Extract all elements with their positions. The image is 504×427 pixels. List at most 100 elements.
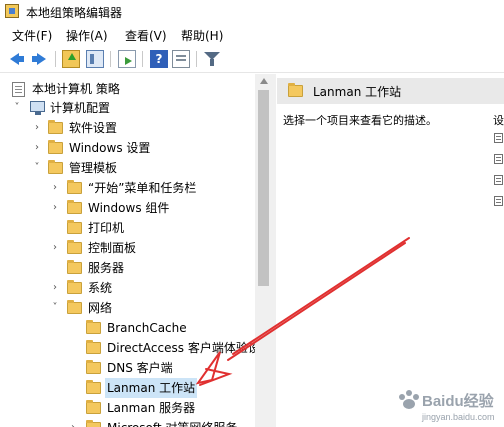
tree-item-windows-components[interactable]: › Windows 组件	[0, 198, 255, 218]
tree-item-local-policy[interactable]: 本地计算机 策略	[0, 79, 255, 99]
show-tree-icon[interactable]	[86, 50, 104, 68]
menu-view[interactable]: 查看(V)	[125, 27, 167, 44]
tree-item-label: 网络	[88, 301, 113, 315]
filter-icon[interactable]	[203, 50, 221, 68]
tree-item-label: 打印机	[88, 221, 125, 235]
tree-item-label: 软件设置	[69, 121, 118, 135]
folder-icon	[67, 240, 82, 254]
tree-item-system[interactable]: › 系统	[0, 278, 255, 298]
chevron-right-icon[interactable]: ›	[32, 138, 42, 158]
folder-icon	[86, 360, 101, 374]
tree-item-server[interactable]: 服务器	[0, 258, 255, 278]
scrollbar-thumb[interactable]	[258, 90, 269, 286]
computer-icon	[30, 101, 45, 115]
setting-item-icon[interactable]	[494, 133, 503, 143]
folder-icon	[67, 300, 82, 314]
title-bar: 本地组策略编辑器	[0, 0, 504, 22]
folder-up-icon[interactable]	[62, 50, 80, 68]
tree-item-label: “开始”菜单和任务栏	[88, 181, 197, 195]
toolbar-separator	[110, 51, 111, 67]
tree-item-label: Lanman 工作站	[105, 378, 198, 398]
tree-item-label: DNS 客户端	[107, 361, 173, 375]
tree-item-printers[interactable]: 打印机	[0, 218, 255, 238]
tree-item-label: 系统	[88, 281, 113, 295]
tree-item-directaccess[interactable]: DirectAccess 客户端体验设	[0, 338, 260, 358]
chevron-down-icon[interactable]: ˅	[32, 158, 42, 178]
tree-item-admin-templates[interactable]: ˅ 管理模板	[0, 158, 255, 178]
tree-item-dns-client[interactable]: DNS 客户端	[0, 358, 255, 378]
chevron-right-icon[interactable]: ›	[50, 278, 60, 298]
details-header: Lanman 工作站	[277, 78, 504, 104]
tree-item-software-settings[interactable]: › 软件设置	[0, 118, 255, 138]
tree-item-label: 控制面板	[88, 241, 137, 255]
baidu-jingyan-watermark: Baidu经验 jingyan.baidu.com	[399, 390, 495, 422]
chevron-right-icon[interactable]: ›	[50, 238, 60, 258]
tree-item-label: 本地计算机 策略	[32, 82, 120, 96]
tree-item-branchcache[interactable]: BranchCache	[0, 318, 255, 338]
tree-scrollbar[interactable]	[255, 74, 272, 427]
pane-splitter[interactable]	[272, 74, 276, 427]
tree-item-label: 服务器	[88, 261, 125, 275]
toolbar: ?	[0, 46, 504, 73]
tree-item-label: DirectAccess 客户端体验设	[107, 341, 260, 355]
menu-action[interactable]: 操作(A)	[66, 27, 108, 44]
menu-file[interactable]: 文件(F)	[12, 27, 52, 44]
chevron-right-icon[interactable]: ›	[50, 178, 60, 198]
folder-icon	[67, 180, 82, 194]
folder-icon	[288, 83, 303, 97]
folder-icon	[48, 140, 63, 154]
back-arrow-icon[interactable]	[8, 50, 26, 68]
gpedit-app-icon	[5, 4, 19, 18]
policy-icon	[12, 82, 25, 97]
details-description: 选择一个项目来查看它的描述。	[283, 114, 437, 127]
setting-item-icon[interactable]	[494, 154, 503, 164]
properties-icon[interactable]	[172, 50, 190, 68]
export-list-icon[interactable]	[118, 50, 136, 68]
tree-item-lanman-workstation[interactable]: Lanman 工作站	[0, 378, 255, 398]
watermark-url: jingyan.baidu.com	[421, 412, 495, 422]
details-pane: Lanman 工作站 选择一个项目来查看它的描述。 设	[277, 74, 504, 427]
chevron-right-icon[interactable]: ›	[32, 118, 42, 138]
forward-arrow-icon[interactable]	[30, 50, 48, 68]
tree-item-computer-config[interactable]: ˅ 计算机配置	[0, 98, 255, 118]
setting-item-icon[interactable]	[494, 196, 503, 206]
folder-icon	[86, 400, 101, 414]
tree-item-label: 管理模板	[69, 161, 118, 175]
tree-item-label: Windows 设置	[69, 141, 151, 155]
setting-item-icon[interactable]	[494, 175, 503, 185]
folder-icon	[86, 380, 101, 394]
help-icon[interactable]: ?	[150, 50, 168, 68]
tree-pane: 本地计算机 策略 ˅ 计算机配置 › 软件设置 › Windows 设置 ˅ 管…	[0, 74, 272, 427]
tree-item-network[interactable]: ˅ 网络	[0, 298, 255, 318]
tree-item-label: Windows 组件	[88, 201, 170, 215]
tree-item-label: Lanman 服务器	[107, 401, 196, 415]
tree-item-windows-settings[interactable]: › Windows 设置	[0, 138, 255, 158]
tree-item-control-panel[interactable]: › 控制面板	[0, 238, 255, 258]
folder-icon	[67, 280, 82, 294]
folder-icon	[48, 120, 63, 134]
menu-bar: 文件(F) 操作(A) 查看(V) 帮助(H)	[0, 24, 504, 44]
toolbar-separator	[196, 51, 197, 67]
folder-icon	[67, 260, 82, 274]
tree-item-label: BranchCache	[107, 321, 187, 335]
settings-column-header[interactable]: 设	[493, 112, 504, 128]
chevron-right-icon[interactable]: ›	[50, 198, 60, 218]
folder-icon	[86, 420, 101, 427]
tree-item-microsoft-p2p[interactable]: › Microsoft 对等网络服务	[0, 418, 255, 427]
tree-item-start-menu[interactable]: › “开始”菜单和任务栏	[0, 178, 255, 198]
chevron-down-icon[interactable]: ˅	[12, 98, 22, 118]
scroll-up-arrow-icon[interactable]	[260, 78, 268, 84]
tree-item-label: Microsoft 对等网络服务	[105, 418, 239, 427]
tree-item-lanman-server[interactable]: Lanman 服务器	[0, 398, 255, 418]
chevron-right-icon[interactable]: ›	[68, 418, 78, 427]
folder-icon	[67, 200, 82, 214]
watermark-paw-icon	[399, 394, 405, 400]
chevron-down-icon[interactable]: ˅	[50, 298, 60, 318]
watermark-brand: Baidu经验	[422, 392, 495, 410]
toolbar-separator	[142, 51, 143, 67]
folder-icon	[86, 340, 101, 354]
menu-help[interactable]: 帮助(H)	[181, 27, 223, 44]
details-title: Lanman 工作站	[313, 85, 402, 99]
folder-icon	[67, 220, 82, 234]
toolbar-separator	[55, 51, 56, 67]
